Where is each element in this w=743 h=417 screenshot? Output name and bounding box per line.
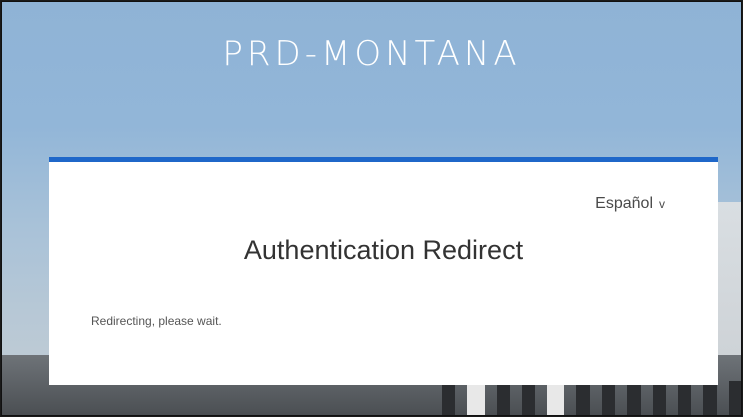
chevron-down-icon: v <box>659 197 665 211</box>
language-selector[interactable]: Español v <box>595 195 665 213</box>
brand-title: PRD-MONTANA <box>222 34 521 74</box>
page-background: PRD-MONTANA Español v Authentication Red… <box>1 1 742 416</box>
language-label: Español <box>595 195 653 212</box>
auth-card: Español v Authentication Redirect Redire… <box>49 157 718 385</box>
status-message: Redirecting, please wait. <box>91 314 222 328</box>
page-title: Authentication Redirect <box>243 235 524 265</box>
background-slats <box>442 381 741 415</box>
